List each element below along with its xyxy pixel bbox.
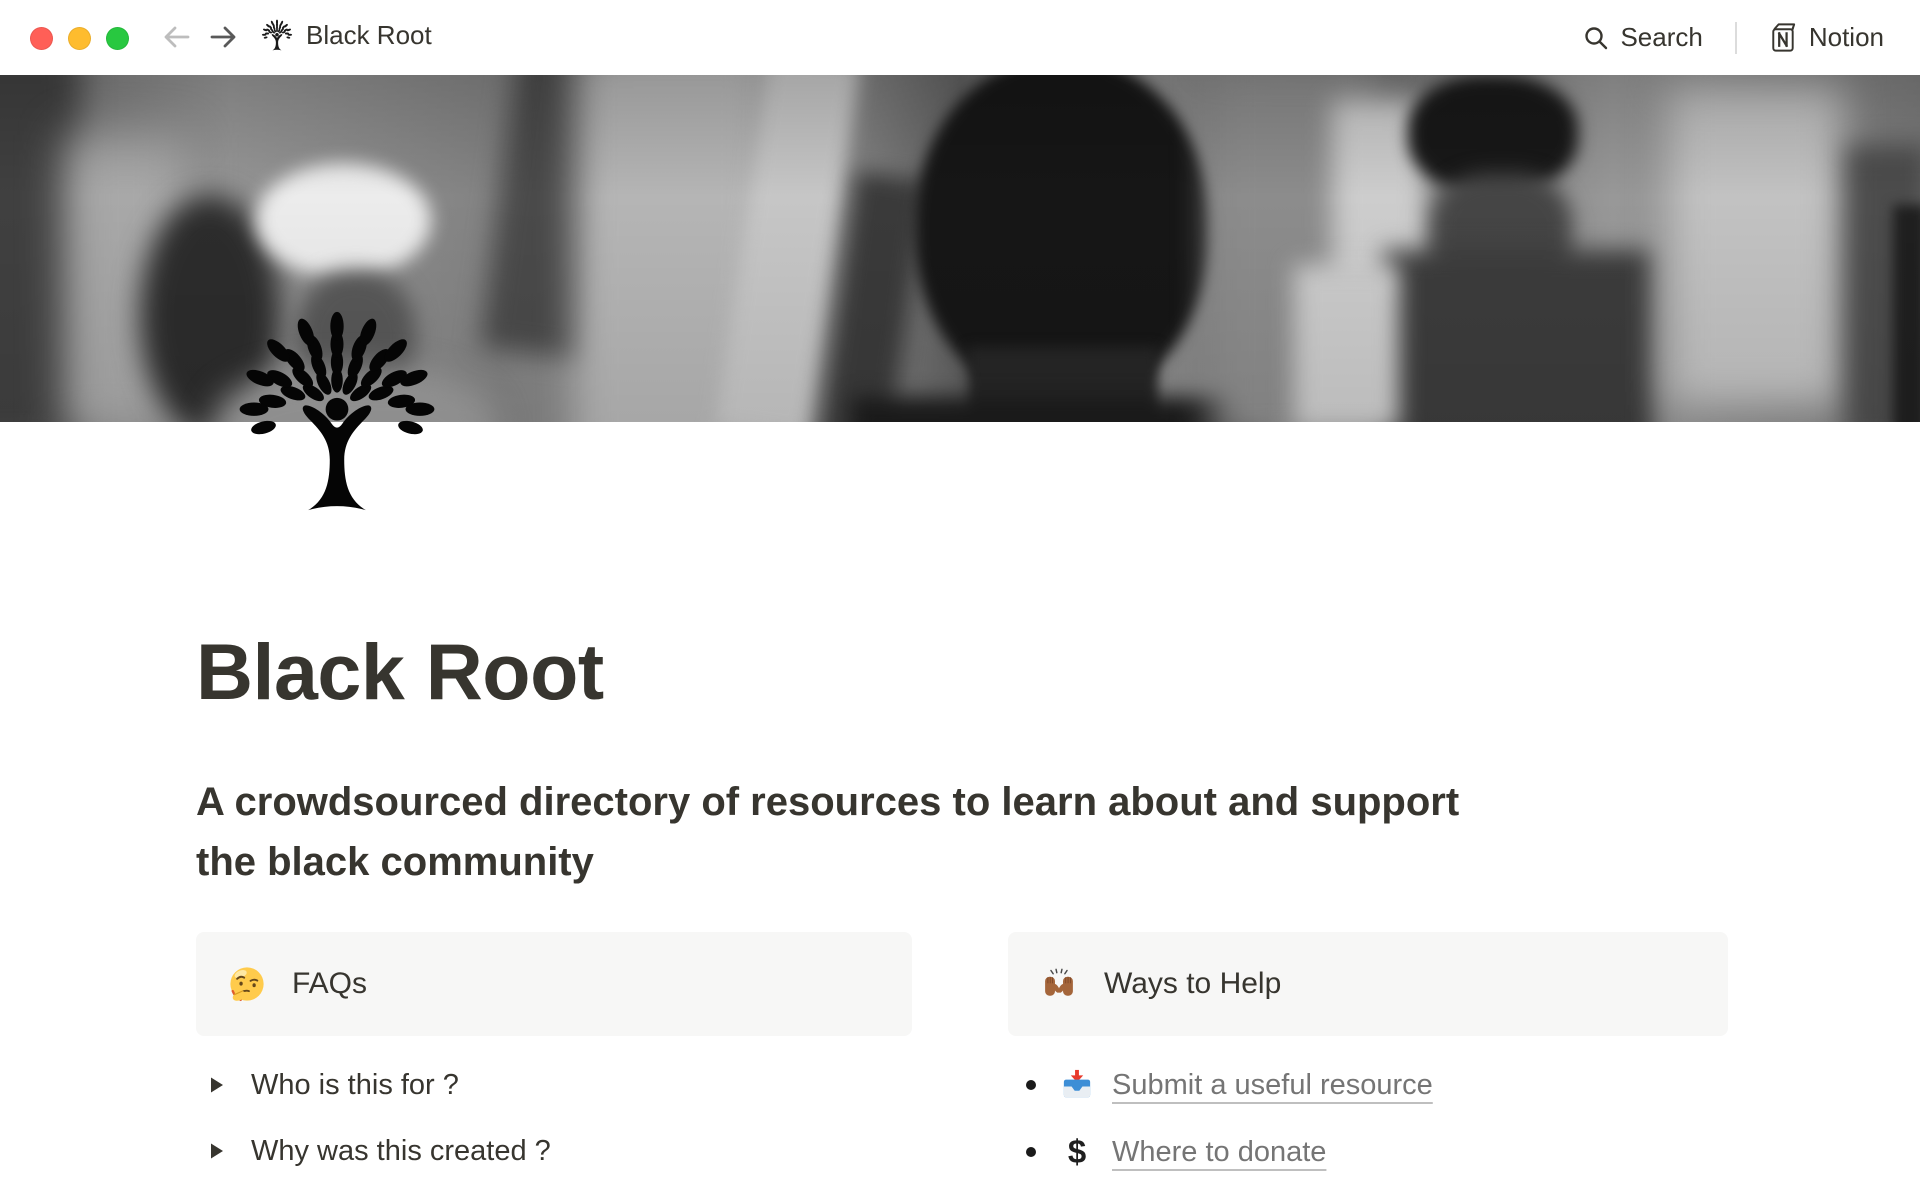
cover-shape [1384, 250, 1654, 422]
help-callout-label: Ways to Help [1104, 967, 1281, 1001]
forward-button[interactable] [204, 21, 242, 55]
page-icon-tree[interactable] [227, 300, 447, 522]
dollar-sign-icon: $ [1060, 1133, 1094, 1171]
doc-title-group[interactable]: Black Root [260, 18, 432, 52]
raising-hands-emoji [1040, 965, 1078, 1003]
help-link-list: Submit a useful resource $ Where to dona… [1008, 1062, 1728, 1175]
cover-shape [1432, 173, 1572, 298]
back-arrow-icon [159, 21, 195, 53]
toggle-who-is-this-for[interactable]: Who is this for ? [196, 1062, 912, 1108]
faq-toggle-list: Who is this for ? Why was this created ? [196, 1062, 912, 1174]
back-button[interactable] [158, 21, 196, 55]
toggle-triangle-icon[interactable] [206, 1141, 226, 1161]
cover-shape [256, 163, 431, 278]
search-icon [1582, 24, 1610, 52]
help-callout: Ways to Help [1008, 932, 1728, 1036]
window-doc-title: Black Root [306, 20, 432, 51]
inbox-tray-emoji [1060, 1067, 1094, 1103]
cover-shape [1332, 100, 1427, 290]
browser-topbar: Black Root Search Notion [0, 0, 1920, 75]
cover-shape [1212, 75, 1382, 422]
minimize-button[interactable] [68, 27, 91, 50]
notion-brand-button[interactable]: Notion [1766, 21, 1884, 54]
close-button[interactable] [30, 27, 53, 50]
search-label: Search [1620, 22, 1702, 53]
two-column-layout: FAQs Who is this for ? Why was this crea… [196, 932, 1728, 1196]
where-to-donate-link[interactable]: Where to donate [1112, 1136, 1326, 1169]
faq-callout: FAQs [196, 932, 912, 1036]
topbar-divider [1735, 22, 1737, 54]
maximize-button[interactable] [106, 27, 129, 50]
toggle-triangle-icon[interactable] [206, 1075, 226, 1095]
submit-resource-link[interactable]: Submit a useful resource [1112, 1069, 1433, 1102]
page-body: Black Root A crowdsourced directory of r… [196, 625, 1728, 1196]
toggle-label: Who is this for ? [251, 1069, 459, 1102]
cover-shape [1294, 265, 1399, 422]
search-button[interactable]: Search [1582, 22, 1702, 53]
cover-shape [1846, 145, 1920, 422]
toggle-why-was-this-created[interactable]: Why was this created ? [196, 1128, 912, 1174]
faq-column: FAQs Who is this for ? Why was this crea… [196, 932, 912, 1196]
cover-shape [0, 75, 80, 422]
help-column: Ways to Help Submit a [1008, 932, 1728, 1196]
cover-shape [852, 397, 1262, 422]
page-favicon-tree-icon [260, 18, 294, 52]
cover-shape [815, 172, 926, 422]
cover-shape [1893, 205, 1920, 422]
thinking-face-emoji [228, 965, 266, 1003]
bullet-dot [1026, 1147, 1036, 1157]
cover-shape [915, 75, 1210, 402]
list-item-where-to-donate: $ Where to donate [1008, 1129, 1728, 1175]
notion-window: Black Root Search Notion [0, 0, 1920, 1200]
notion-logo-icon [1766, 21, 1799, 54]
cover-shape [1408, 75, 1578, 193]
forward-arrow-icon [205, 21, 241, 53]
toggle-label: Why was this created ? [251, 1135, 551, 1168]
cover-shape [575, 75, 765, 422]
cover-shape [1668, 85, 1843, 405]
tree-icon [227, 300, 447, 522]
page-subtitle: A crowdsourced directory of resources to… [196, 772, 1496, 892]
cover-shape [968, 347, 1158, 422]
faq-callout-label: FAQs [292, 967, 367, 1001]
cover-shape [66, 135, 186, 422]
notion-brand-label: Notion [1809, 22, 1884, 53]
page-title: Black Root [196, 625, 1728, 718]
cover-shape [481, 75, 629, 361]
cover-shape [716, 75, 860, 422]
list-item-submit-resource: Submit a useful resource [1008, 1062, 1728, 1108]
bullet-dot [1026, 1080, 1036, 1090]
